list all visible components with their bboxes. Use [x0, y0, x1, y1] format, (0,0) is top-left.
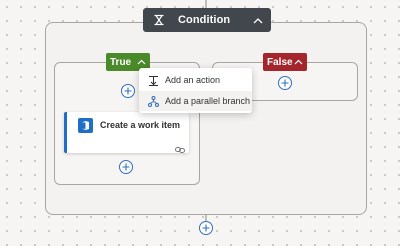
menu-item-add-parallel-branch[interactable]: Add a parallel branch [139, 91, 252, 111]
add-step-button-after-condition[interactable] [199, 221, 213, 235]
plus-icon [281, 79, 289, 87]
add-action-icon [147, 74, 159, 86]
parallel-branch-icon [147, 95, 159, 107]
add-step-menu: Add an action Add a parallel branch [139, 68, 252, 113]
link-icon [175, 141, 185, 153]
menu-item-label: Add a parallel branch [165, 96, 251, 106]
azure-devops-icon [78, 118, 93, 133]
create-work-item-card[interactable]: Create a work item [64, 112, 189, 153]
chevron-up-icon[interactable] [292, 56, 304, 68]
false-branch-tag[interactable]: False [263, 53, 307, 71]
menu-item-label: Add an action [165, 75, 221, 85]
plus-icon [202, 224, 210, 232]
chevron-up-icon[interactable] [135, 56, 147, 68]
add-step-button[interactable] [121, 84, 135, 98]
true-branch-label: True [110, 56, 132, 68]
menu-item-add-action[interactable]: Add an action [139, 70, 252, 90]
card-title: Create a work item [100, 120, 181, 130]
condition-header[interactable]: Condition [143, 8, 271, 32]
condition-icon [150, 8, 168, 32]
chevron-up-icon[interactable] [251, 13, 265, 27]
plus-icon [124, 87, 132, 95]
false-branch-label: False [267, 56, 293, 68]
plus-icon [122, 163, 130, 171]
condition-title: Condition [178, 14, 231, 26]
add-step-button-false-branch[interactable] [278, 76, 292, 90]
add-step-button-after-card[interactable] [119, 160, 133, 174]
